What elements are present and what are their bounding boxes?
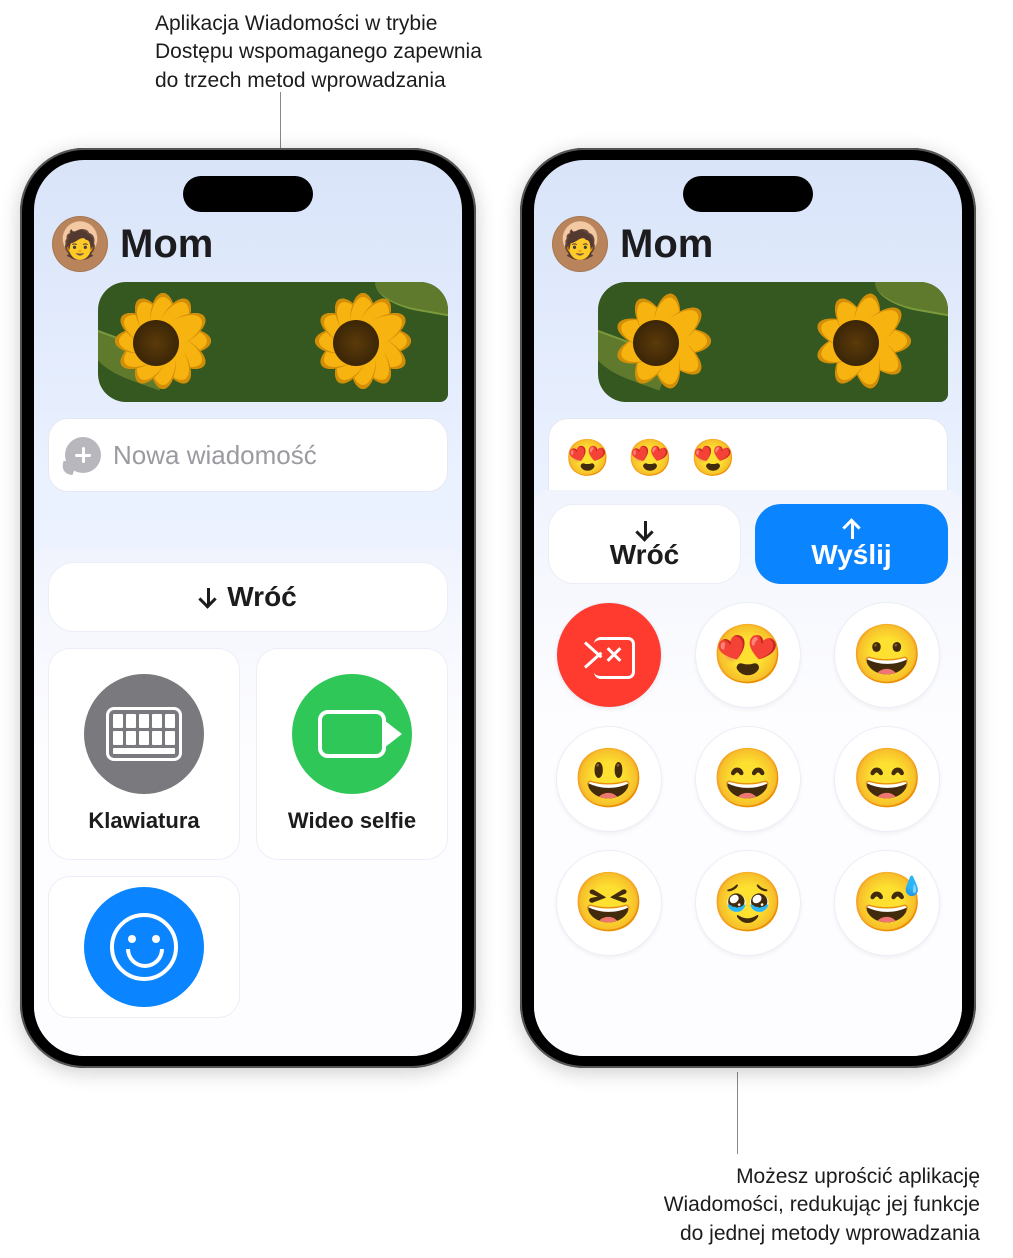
- arrow-down-icon: [636, 519, 654, 541]
- annotation-top: Aplikacja Wiadomości w trybie Dostępu ws…: [155, 10, 675, 95]
- input-methods-panel: Wróć Klawiatura: [34, 548, 462, 1056]
- contact-name: Mom: [620, 222, 713, 267]
- screen-left: 🧑 Mom: [34, 160, 462, 1056]
- composed-message-content: 😍 😍 😍: [565, 437, 739, 479]
- back-button[interactable]: Wróć: [48, 562, 448, 632]
- sent-photo-message[interactable]: [598, 282, 948, 402]
- new-message-input[interactable]: Nowa wiadomość: [48, 418, 448, 492]
- dynamic-island: [183, 176, 313, 212]
- emoji-key[interactable]: 😍: [695, 602, 801, 708]
- leader-line-bottom: [737, 1072, 738, 1154]
- phone-right: 🧑 Mom: [520, 148, 976, 1068]
- leader-line-top: [280, 92, 281, 154]
- emoji-key[interactable]: 😄: [695, 726, 801, 832]
- emoji-grid: 😍 😀 😃 😄 😄 😆 🥹 😅: [548, 602, 948, 956]
- send-button-label: Wyślij: [811, 541, 891, 569]
- back-button[interactable]: Wróć: [548, 504, 741, 584]
- contact-name: Mom: [120, 222, 213, 267]
- arrow-down-icon: [199, 586, 217, 608]
- dynamic-island: [683, 176, 813, 212]
- emoji-tile[interactable]: [48, 876, 240, 1018]
- emoji-key[interactable]: 😅: [834, 850, 940, 956]
- back-button-label: Wróć: [227, 581, 297, 613]
- video-selfie-tile[interactable]: Wideo selfie: [256, 648, 448, 860]
- keyboard-icon: [84, 674, 204, 794]
- sent-photo-message[interactable]: [98, 282, 448, 402]
- backspace-icon: [583, 637, 635, 673]
- emoji-key[interactable]: 😄: [834, 726, 940, 832]
- avatar: 🧑: [552, 216, 608, 272]
- message-row: [34, 282, 462, 402]
- compose-icon: [65, 437, 101, 473]
- new-message-placeholder: Nowa wiadomość: [113, 440, 317, 471]
- screen-right: 🧑 Mom: [534, 160, 962, 1056]
- emoji-keyboard-panel: Wróć Wyślij 😍 😀 😃 😄 �: [534, 490, 962, 1056]
- keyboard-tile[interactable]: Klawiatura: [48, 648, 240, 860]
- video-icon: [292, 674, 412, 794]
- emoji-key[interactable]: 😃: [556, 726, 662, 832]
- keyboard-label: Klawiatura: [88, 808, 199, 834]
- arrow-up-icon: [843, 519, 861, 541]
- back-button-label: Wróć: [610, 541, 680, 569]
- emoji-key[interactable]: 😀: [834, 602, 940, 708]
- phone-left: 🧑 Mom: [20, 148, 476, 1068]
- avatar: 🧑: [52, 216, 108, 272]
- annotation-bottom: Możesz uprościć aplikację Wiadomości, re…: [340, 1163, 980, 1248]
- send-button[interactable]: Wyślij: [755, 504, 948, 584]
- emoji-key[interactable]: 🥹: [695, 850, 801, 956]
- backspace-key[interactable]: [556, 602, 662, 708]
- emoji-key[interactable]: 😆: [556, 850, 662, 956]
- emoji-icon: [84, 887, 204, 1007]
- message-row: [534, 282, 962, 402]
- video-selfie-label: Wideo selfie: [288, 808, 416, 834]
